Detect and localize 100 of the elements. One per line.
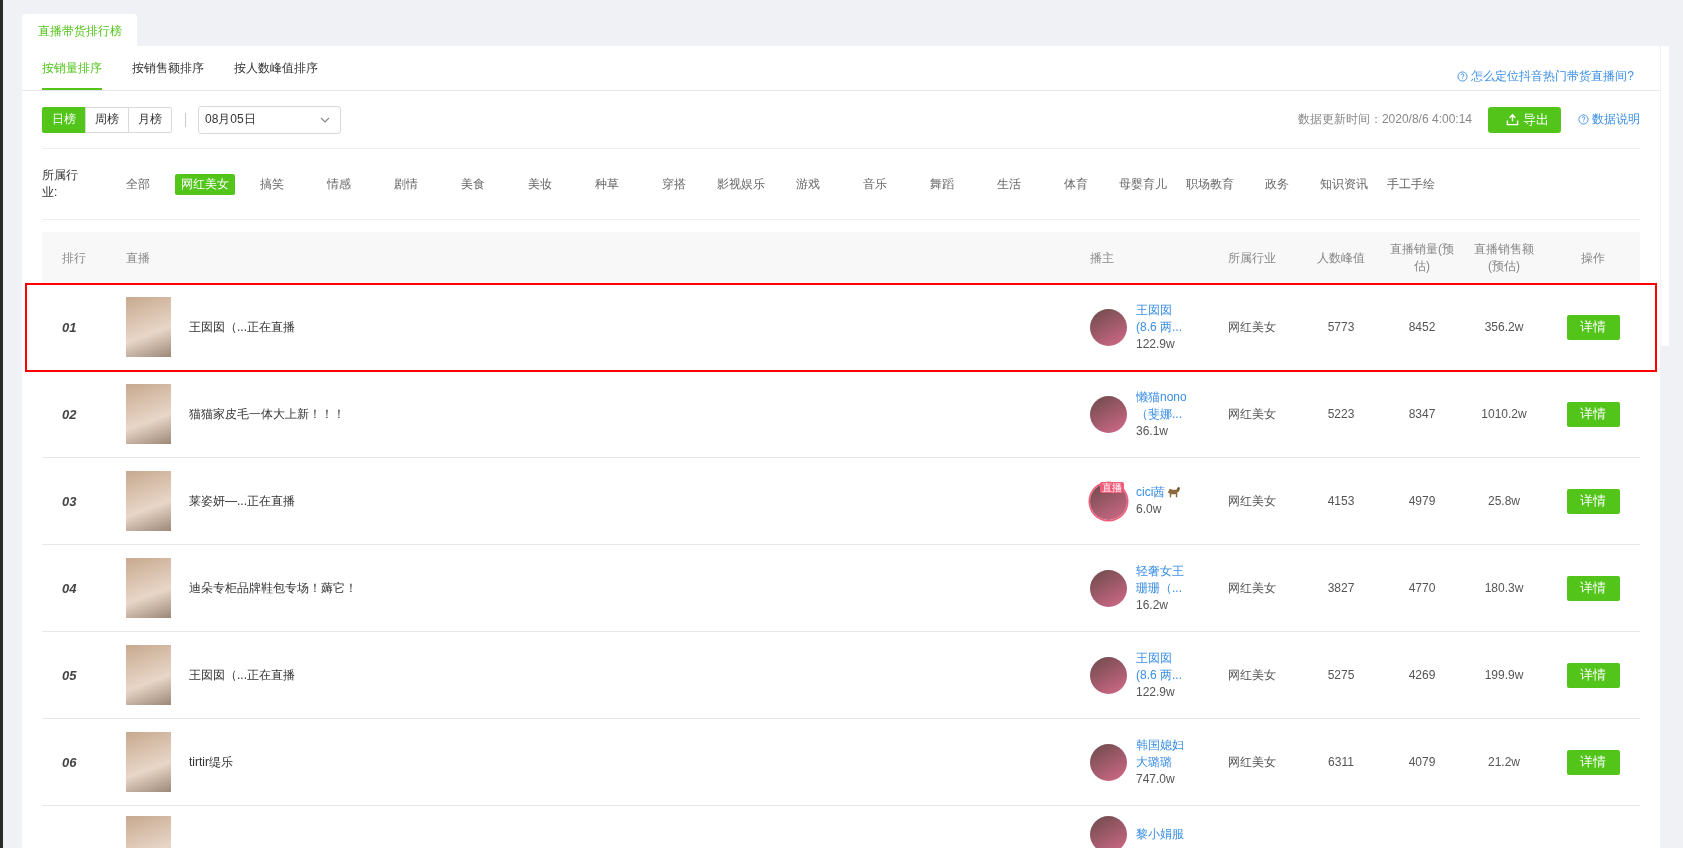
industry-cell: 网红美女: [1228, 493, 1276, 508]
column-header: 播主: [1090, 249, 1115, 267]
period-button[interactable]: 周榜: [85, 106, 129, 133]
industry-cell: 网红美女: [1228, 406, 1276, 421]
sales-amount: 199.9w: [1484, 668, 1524, 682]
avatar: [1090, 656, 1127, 694]
industry-tag[interactable]: 舞蹈: [912, 173, 972, 195]
photo-placeholder: [126, 297, 171, 357]
live-badge: 直播: [1100, 481, 1124, 493]
industry-tag[interactable]: 知识资讯: [1314, 173, 1374, 195]
photo-placeholder: [126, 384, 171, 444]
rank-number: 06: [62, 754, 77, 770]
peak-viewers: 4153: [1327, 494, 1355, 508]
sales-amount: 356.2w: [1484, 320, 1524, 334]
industry-tag[interactable]: 美妆: [510, 173, 570, 195]
rank-number: 02: [62, 406, 77, 422]
industry-cell: 网红美女: [1228, 580, 1276, 595]
peak-viewers: 5275: [1327, 668, 1355, 682]
peak-viewers: 5773: [1327, 320, 1355, 334]
live-title: tirtir缇乐: [189, 753, 233, 771]
industry-tag[interactable]: 体育: [1046, 173, 1106, 195]
industry-tag[interactable]: 种草: [577, 173, 637, 195]
live-title: 莱姿妍—...正在直播: [189, 492, 295, 510]
rank-number: 01: [62, 319, 77, 335]
industry-tag[interactable]: 全部: [108, 173, 168, 195]
fans-count: 16.2w: [1136, 596, 1170, 614]
fans-count: 6.0w: [1136, 501, 1163, 518]
industry-tag[interactable]: 情感: [309, 173, 369, 195]
sales-count: 4979: [1408, 494, 1436, 508]
live-title: 王囡囡（...正在直播: [189, 666, 295, 684]
sales-count: 8347: [1408, 407, 1436, 421]
anchor-name-link[interactable]: 黎小娟服: [1136, 826, 1184, 843]
industry-cell: 网红美女: [1228, 319, 1276, 334]
anchor-name-link[interactable]: cici茜: [1136, 484, 1166, 501]
industry-tag[interactable]: 音乐: [845, 173, 905, 195]
live-title: 猫猫家皮毛一体大上新！！！: [189, 405, 345, 423]
column-header: 排行: [61, 249, 87, 267]
avatar: [1090, 816, 1127, 848]
column-header: 所属行业: [1227, 249, 1277, 267]
peak-viewers: 3827: [1327, 581, 1355, 595]
column-header: 直播销量(预估): [1389, 241, 1455, 275]
industry-tag[interactable]: 穿搭: [644, 173, 704, 195]
sort-tab[interactable]: 按销售额排序: [132, 46, 204, 90]
peak-viewers: 6311: [1328, 755, 1354, 769]
live-title: 迪朵专柜品牌鞋包专场！薅它！: [189, 579, 357, 597]
avatar: [1090, 482, 1127, 520]
avatar: [1090, 743, 1127, 781]
live-title: 王囡囡（...正在直播: [189, 318, 295, 336]
column-header: 人数峰值: [1316, 249, 1366, 267]
industry-tag[interactable]: 职场教育: [1180, 173, 1240, 195]
anchor-name-link[interactable]: 王囡囡 (8.6 两...: [1136, 301, 1182, 336]
industry-tag[interactable]: 母婴育儿: [1113, 173, 1173, 195]
rank-number: 05: [62, 667, 77, 683]
industry-tag[interactable]: 美食: [443, 173, 503, 195]
peak-viewers: 5223: [1327, 407, 1355, 421]
column-header: 操作: [1580, 249, 1606, 267]
photo-placeholder: [126, 471, 171, 531]
industry-cell: 网红美女: [1228, 754, 1276, 769]
upload-icon: [1506, 113, 1519, 126]
anchor-name-link[interactable]: 王囡囡 (8.6 两...: [1136, 649, 1182, 684]
photo-placeholder: [126, 558, 171, 618]
question-icon: [1578, 114, 1589, 125]
anchor-name-link[interactable]: 懒猫nono （斐娜...: [1136, 388, 1187, 423]
industry-tag[interactable]: 游戏: [778, 173, 838, 195]
question-icon: [1457, 70, 1469, 82]
data-note-link[interactable]: 数据说明: [1578, 111, 1640, 128]
anchor-name-link[interactable]: 轻奢女王 珊珊（...: [1136, 562, 1184, 597]
update-time: 数据更新时间：2020/8/6 4:00:14: [1297, 111, 1472, 128]
industry-tag[interactable]: 搞笑: [242, 173, 302, 195]
industry-tag[interactable]: 生活: [979, 173, 1039, 195]
fans-count: 747.0w: [1136, 770, 1176, 788]
sales-count: 4079: [1408, 755, 1436, 769]
industry-label: 所属行业:: [42, 167, 79, 201]
industry-tag[interactable]: 手工手绘: [1381, 173, 1441, 195]
sales-count: 8452: [1408, 320, 1436, 334]
industry-tag[interactable]: 影视娱乐: [711, 173, 771, 195]
sort-tab[interactable]: 按人数峰值排序: [234, 46, 318, 90]
photo-placeholder: [126, 645, 171, 705]
sales-amount: 25.8w: [1488, 494, 1520, 508]
column-header: 直播销售额(预估): [1473, 241, 1535, 275]
date-select[interactable]: 08月05日: [198, 105, 341, 134]
period-button[interactable]: 月榜: [128, 106, 172, 133]
avatar: [1090, 395, 1127, 433]
industry-tag[interactable]: 政务: [1247, 173, 1307, 195]
fans-count: 122.9w: [1136, 683, 1176, 701]
fans-count: 36.1w: [1136, 422, 1170, 440]
rank-number: 03: [62, 493, 77, 509]
industry-cell: 网红美女: [1228, 667, 1276, 682]
sales-amount: 21.2w: [1488, 755, 1520, 769]
sales-amount: 180.3w: [1484, 581, 1524, 595]
fans-count: 122.9w: [1136, 335, 1176, 353]
column-header: 直播: [125, 249, 151, 267]
sales-amount: 1010.2w: [1481, 407, 1527, 421]
photo-placeholder: [126, 732, 171, 792]
help-link[interactable]: 怎么定位抖音热门带货直播间?: [1457, 67, 1634, 85]
avatar: [1090, 569, 1127, 607]
anchor-name-link[interactable]: 韩国媳妇 大璐璐: [1136, 736, 1184, 771]
industry-tag[interactable]: 剧情: [376, 173, 436, 195]
sales-count: 4770: [1408, 581, 1436, 595]
rank-number: 04: [62, 580, 77, 596]
